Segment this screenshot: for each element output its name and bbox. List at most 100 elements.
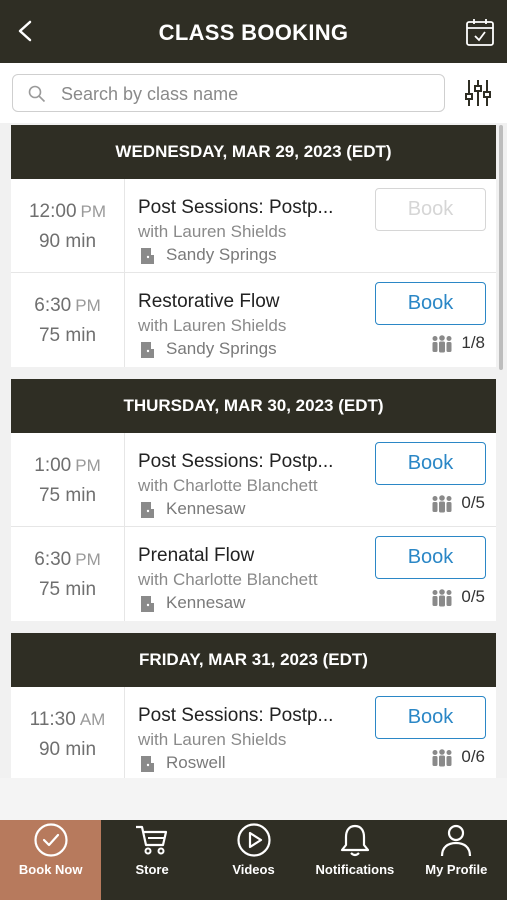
class-info: Prenatal Flow with Charlotte Blanchett K… [138, 545, 363, 613]
time-column: 11:30 AM 90 min [11, 687, 125, 778]
class-list[interactable]: WEDNESDAY, MAR 29, 2023 (EDT) 12:00 PM 90… [0, 123, 507, 778]
bottom-tab-bar: Book Now Store Videos Notifications My Profi… [0, 820, 507, 900]
door-icon [138, 341, 156, 359]
day-section: WEDNESDAY, MAR 29, 2023 (EDT) 12:00 PM 90… [11, 125, 496, 367]
capacity-indicator: 0/5 [431, 493, 485, 513]
duration: 90 min [38, 231, 97, 252]
time-column: 6:30 PM 75 min [11, 273, 125, 367]
class-info: Post Sessions: Postp... with Lauren Shie… [138, 197, 363, 265]
class-row: 6:30 PM 75 min Prenatal Flow with Charlot… [11, 527, 496, 621]
calendar-check-icon[interactable] [465, 17, 495, 47]
book-button[interactable]: Book [375, 188, 486, 231]
user-icon [438, 822, 474, 858]
tab-notifications[interactable]: Notifications [304, 820, 405, 900]
day-section: FRIDAY, MAR 31, 2023 (EDT) 11:30 AM 90 mi… [11, 633, 496, 778]
people-icon [431, 748, 453, 767]
am-pm: PM [75, 296, 101, 315]
capacity-count: 0/5 [461, 587, 485, 606]
people-icon [431, 334, 453, 353]
tab-label: Videos [232, 862, 275, 877]
tab-label: Notifications [315, 862, 395, 877]
capacity-indicator: 0/5 [431, 587, 485, 607]
app-screen: CLASS BOOKING Search by class name WEDNE… [0, 0, 507, 900]
class-row: 6:30 PM 75 min Restorative Flow with Laur… [11, 273, 496, 367]
class-row: 1:00 PM 75 min Post Sessions: Postp... wi… [11, 433, 496, 527]
class-info: Post Sessions: Postp... with Lauren Shie… [138, 705, 363, 773]
class-info: Restorative Flow with Lauren Shields San… [138, 291, 363, 359]
book-button[interactable]: Book [375, 536, 486, 579]
location-name: Sandy Springs [166, 245, 277, 264]
duration: 75 min [38, 325, 97, 346]
tab-videos[interactable]: Videos [203, 820, 304, 900]
am-pm: PM [75, 456, 101, 475]
instructor-name: with Lauren Shields [138, 222, 287, 241]
time-column: 12:00 PM 90 min [11, 179, 125, 272]
capacity-indicator: 0/6 [431, 747, 485, 767]
bell-icon [337, 822, 373, 858]
class-info: Post Sessions: Postp... with Charlotte B… [138, 451, 363, 519]
instructor-name: with Charlotte Blanchett [138, 570, 318, 589]
day-header: WEDNESDAY, MAR 29, 2023 (EDT) [11, 125, 496, 179]
duration: 90 min [38, 739, 97, 760]
class-name[interactable]: Post Sessions: Postp... [138, 197, 363, 219]
location-name: Roswell [166, 753, 226, 772]
class-name[interactable]: Post Sessions: Postp... [138, 705, 363, 727]
tab-store[interactable]: Store [101, 820, 202, 900]
day-section: THURSDAY, MAR 30, 2023 (EDT) 1:00 PM 75 m… [11, 379, 496, 621]
start-time: 6:30 [34, 295, 72, 316]
instructor-name: with Lauren Shields [138, 316, 287, 335]
cart-icon [134, 822, 170, 858]
search-bar-row: Search by class name [0, 63, 507, 123]
search-placeholder: Search by class name [61, 84, 239, 104]
start-time: 1:00 [34, 455, 72, 476]
instructor-name: with Charlotte Blanchett [138, 476, 318, 495]
search-icon [28, 85, 46, 103]
book-button[interactable]: Book [375, 282, 486, 325]
class-row: 12:00 PM 90 min Post Sessions: Postp... w… [11, 179, 496, 273]
start-time: 12:00 [28, 201, 77, 222]
tab-book-now[interactable]: Book Now [0, 820, 102, 900]
capacity-count: 0/6 [461, 747, 485, 766]
start-time: 11:30 [29, 709, 76, 730]
people-icon [431, 588, 453, 607]
people-icon [431, 494, 453, 513]
book-button[interactable]: Book [375, 696, 486, 739]
class-name[interactable]: Post Sessions: Postp... [138, 451, 363, 473]
location-name: Kennesaw [166, 499, 246, 518]
time-column: 6:30 PM 75 min [11, 527, 125, 621]
door-icon [138, 501, 156, 519]
am-pm: PM [75, 550, 101, 569]
tab-label: My Profile [425, 862, 488, 877]
page-title: CLASS BOOKING [158, 20, 349, 45]
door-icon [138, 247, 156, 265]
duration: 75 min [38, 579, 97, 600]
instructor-name: with Lauren Shields [138, 730, 287, 749]
am-pm: PM [80, 202, 107, 221]
play-circle-icon [236, 822, 272, 858]
day-header: THURSDAY, MAR 30, 2023 (EDT) [11, 379, 496, 433]
day-header: FRIDAY, MAR 31, 2023 (EDT) [11, 633, 496, 687]
class-name[interactable]: Prenatal Flow [138, 545, 363, 567]
duration: 75 min [38, 485, 97, 506]
search-input[interactable]: Search by class name [12, 74, 445, 112]
capacity-count: 1/8 [461, 333, 485, 352]
class-name[interactable]: Restorative Flow [138, 291, 363, 313]
capacity-indicator: 1/8 [431, 333, 485, 353]
book-button[interactable]: Book [375, 442, 486, 485]
time-column: 1:00 PM 75 min [11, 433, 125, 526]
filter-sliders-icon[interactable] [465, 78, 491, 108]
capacity-count: 0/5 [461, 493, 485, 512]
tab-label: Store [135, 862, 169, 877]
check-circle-icon [33, 822, 69, 858]
tab-label: Book Now [18, 862, 83, 877]
header-bar: CLASS BOOKING [0, 0, 507, 63]
scrollbar[interactable] [499, 125, 503, 370]
start-time: 6:30 [34, 549, 72, 570]
door-icon [138, 595, 156, 613]
tab-my-profile[interactable]: My Profile [406, 820, 507, 900]
location-name: Sandy Springs [166, 339, 277, 358]
door-icon [138, 755, 156, 773]
am-pm: AM [79, 710, 106, 729]
location-name: Kennesaw [166, 593, 246, 612]
class-row: 11:30 AM 90 min Post Sessions: Postp... w… [11, 687, 496, 778]
